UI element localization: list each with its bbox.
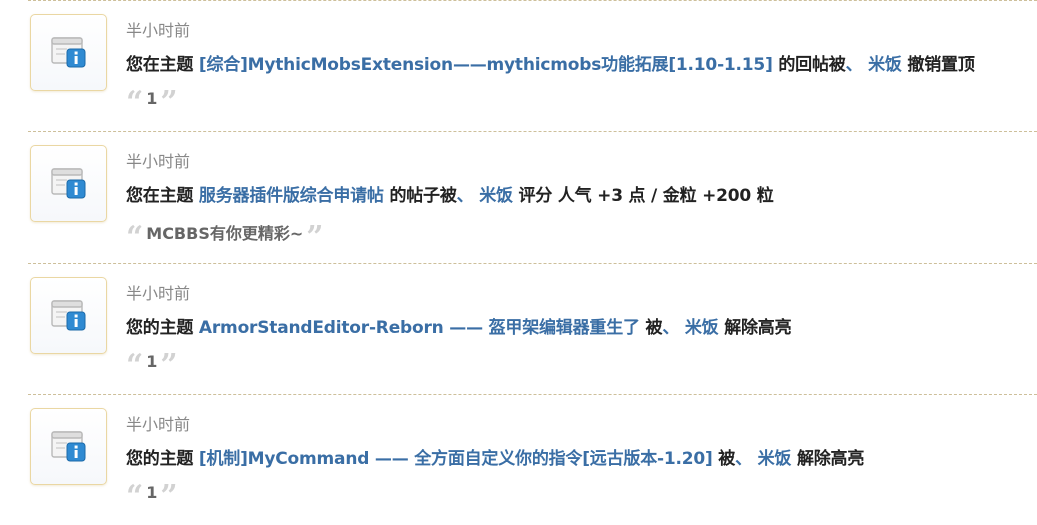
quote-text: 1 <box>146 352 158 371</box>
notice-prefix: 您在主题 <box>126 55 194 75</box>
quote-close-icon: ” <box>306 220 324 255</box>
info-icon <box>51 300 86 331</box>
system-notice-avatar <box>30 408 107 485</box>
notification-item: 半小时前 您在主题 [综合]MythicMobsExtension——mythi… <box>28 0 1037 131</box>
notice-prefix: 您在主题 <box>126 186 194 206</box>
notice-message: 您在主题 服务器插件版综合申请帖 的帖子被、 米饭 评分 人气 +3 点 / 金… <box>126 181 774 206</box>
notice-separator: 、 <box>662 318 680 338</box>
notice-quote: “1” <box>126 351 178 381</box>
notice-prefix: 您的主题 <box>126 318 194 338</box>
quote-text: 1 <box>146 483 158 502</box>
user-link[interactable]: 米饭 <box>868 55 902 75</box>
quote-text: MCBBS有你更精彩~ <box>146 224 304 243</box>
notice-time: 半小时前 <box>126 152 191 171</box>
info-icon <box>51 37 86 68</box>
notice-quote: “1” <box>126 88 178 118</box>
notice-quote: “1” <box>126 482 178 512</box>
notice-middle: 的帖子被 <box>389 186 457 206</box>
notice-action: 解除高亮 <box>796 449 865 469</box>
notification-item: 半小时前 您的主题 ArmorStandEditor-Reborn —— 盔甲架… <box>28 263 1037 394</box>
notice-separator: 、 <box>845 55 863 75</box>
user-link[interactable]: 米饭 <box>685 318 719 338</box>
notice-message: 您在主题 [综合]MythicMobsExtension——mythicmobs… <box>126 50 975 75</box>
notice-time: 半小时前 <box>126 415 191 434</box>
notice-quote: “MCBBS有你更精彩~” <box>126 220 324 253</box>
info-icon <box>51 431 86 462</box>
notification-item: 半小时前 您在主题 服务器插件版综合申请帖 的帖子被、 米饭 评分 人气 +3 … <box>28 131 1037 262</box>
topic-link[interactable]: 服务器插件版综合申请帖 <box>199 186 384 206</box>
quote-open-icon: “ <box>126 479 144 514</box>
notice-action: 撤销置顶 <box>907 55 975 75</box>
notice-time: 半小时前 <box>126 21 191 40</box>
notice-message: 您的主题 ArmorStandEditor-Reborn —— 盔甲架编辑器重生… <box>126 313 792 338</box>
notice-message: 您的主题 [机制]MyCommand —— 全方面自定义你的指令[远古版本-1.… <box>126 444 864 469</box>
topic-link[interactable]: [综合]MythicMobsExtension——mythicmobs功能拓展[… <box>199 55 773 75</box>
system-notice-avatar <box>30 145 107 222</box>
topic-link[interactable]: ArmorStandEditor-Reborn —— 盔甲架编辑器重生了 <box>199 318 640 338</box>
user-link[interactable]: 米饭 <box>758 449 792 469</box>
quote-open-icon: “ <box>126 220 144 255</box>
notice-middle: 被 <box>645 318 663 338</box>
notice-separator: 、 <box>735 449 752 469</box>
quote-open-icon: “ <box>126 348 144 383</box>
notice-prefix: 您的主题 <box>126 449 194 469</box>
system-notice-avatar <box>30 277 107 354</box>
notification-item: 半小时前 您的主题 [机制]MyCommand —— 全方面自定义你的指令[远古… <box>28 394 1037 525</box>
notice-middle: 的回帖被 <box>778 55 846 75</box>
user-link[interactable]: 米饭 <box>479 186 513 206</box>
quote-close-icon: ” <box>160 85 178 120</box>
notice-action: 解除高亮 <box>724 318 792 338</box>
notice-time: 半小时前 <box>126 284 191 303</box>
notice-middle: 被 <box>718 449 736 469</box>
notice-action: 评分 人气 +3 点 / 金粒 +200 粒 <box>518 186 774 206</box>
quote-close-icon: ” <box>160 348 178 383</box>
quote-open-icon: “ <box>126 85 144 120</box>
topic-link[interactable]: [机制]MyCommand —— 全方面自定义你的指令[远古版本-1.20] <box>199 449 713 469</box>
info-icon <box>51 168 86 199</box>
system-notice-avatar <box>30 14 107 91</box>
quote-text: 1 <box>146 89 158 108</box>
quote-close-icon: ” <box>160 479 178 514</box>
notice-separator: 、 <box>456 186 474 206</box>
